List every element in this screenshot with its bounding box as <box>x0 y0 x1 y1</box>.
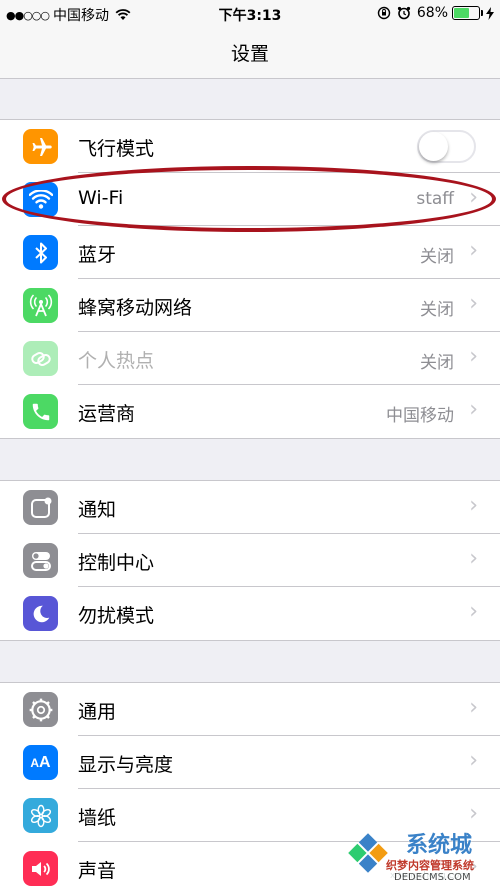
chevron-right-icon: › <box>469 344 478 369</box>
settings-row-cellular[interactable]: 蜂窝移动网络 关闭 › <box>0 279 500 332</box>
chevron-right-icon: › <box>469 599 478 624</box>
battery-percentage: 68% <box>416 5 448 21</box>
chevron-right-icon: › <box>469 397 478 422</box>
chevron-right-icon: › <box>469 546 478 571</box>
general-label: 通用 <box>78 701 117 723</box>
battery-icon <box>452 6 483 20</box>
bluetooth-icon <box>23 235 58 270</box>
settings-group-notifications: 通知 › 控制中心 › 勿扰模式 › <box>0 480 500 641</box>
bluetooth-label: 蓝牙 <box>78 244 117 266</box>
navigation-bar: 设置 <box>0 26 500 79</box>
settings-row-do-not-disturb[interactable]: 勿扰模式 › <box>0 587 500 640</box>
chevron-right-icon: › <box>469 801 478 826</box>
display-brightness-label: 显示与亮度 <box>78 754 174 776</box>
wifi-network-value: staff <box>416 189 454 209</box>
chevron-right-icon: › <box>469 748 478 773</box>
alarm-icon <box>397 6 410 20</box>
settings-row-control-center[interactable]: 控制中心 › <box>0 534 500 587</box>
cellular-icon <box>23 288 58 323</box>
chevron-right-icon: › <box>469 695 478 720</box>
settings-row-general[interactable]: 通用 › <box>0 683 500 736</box>
airplane-icon <box>23 129 58 164</box>
status-bar: ●●○○○ 中国移动 下午3:13 68% <box>0 0 500 26</box>
airplane-mode-label: 飞行模式 <box>78 138 155 160</box>
wallpaper-icon <box>23 798 58 833</box>
display-brightness-icon: AA <box>23 745 58 780</box>
moon-icon <box>23 596 58 631</box>
chevron-right-icon: › <box>469 493 478 518</box>
gear-icon <box>23 692 58 727</box>
windows-logo-icon <box>348 833 388 873</box>
settings-row-bluetooth[interactable]: 蓝牙 关闭 › <box>0 226 500 279</box>
phone-icon <box>23 394 58 429</box>
charging-bolt-icon <box>486 6 494 20</box>
settings-row-personal-hotspot[interactable]: 个人热点 关闭 › <box>0 332 500 385</box>
bluetooth-status-value: 关闭 <box>420 247 454 267</box>
toggle-knob <box>419 132 448 161</box>
watermark: 系统城 织梦内容管理系统 DEDECMS.COM xitongcheng.com <box>346 827 498 887</box>
personal-hotspot-label: 个人热点 <box>78 350 155 372</box>
settings-group-connectivity: 飞行模式 Wi-Fi staff › 蓝牙 关闭 › 蜂窝移动网络 关闭 › 个… <box>0 119 500 439</box>
settings-row-airplane-mode: 飞行模式 <box>0 120 500 173</box>
wifi-icon <box>23 182 58 217</box>
page-title: 设置 <box>230 43 269 65</box>
wifi-label: Wi-Fi <box>78 187 124 209</box>
personal-hotspot-value: 关闭 <box>420 353 454 373</box>
settings-row-notifications[interactable]: 通知 › <box>0 481 500 534</box>
notifications-label: 通知 <box>78 499 117 521</box>
sounds-label: 声音 <box>78 860 117 882</box>
settings-row-wifi[interactable]: Wi-Fi staff › <box>0 173 500 226</box>
cellular-label: 蜂窝移动网络 <box>78 297 193 319</box>
carrier-label: 运营商 <box>78 403 136 425</box>
control-center-label: 控制中心 <box>78 552 155 574</box>
chevron-right-icon: › <box>469 238 478 263</box>
sound-icon <box>23 851 58 886</box>
wallpaper-label: 墙纸 <box>78 807 117 829</box>
watermark-brand: 系统城 <box>406 833 473 858</box>
do-not-disturb-label: 勿扰模式 <box>78 605 155 627</box>
chevron-right-icon: › <box>469 185 478 210</box>
carrier-value: 中国移动 <box>386 406 454 426</box>
airplane-mode-toggle[interactable] <box>417 130 476 163</box>
notifications-icon <box>23 490 58 525</box>
hotspot-icon <box>23 341 58 376</box>
control-center-icon <box>23 543 58 578</box>
rotation-lock-icon <box>377 6 391 20</box>
settings-row-carrier[interactable]: 运营商 中国移动 › <box>0 385 500 438</box>
settings-row-display-brightness[interactable]: AA 显示与亮度 › <box>0 736 500 789</box>
cellular-status-value: 关闭 <box>420 300 454 320</box>
watermark-faint-url: xitongcheng.com <box>390 871 468 881</box>
chevron-right-icon: › <box>469 291 478 316</box>
